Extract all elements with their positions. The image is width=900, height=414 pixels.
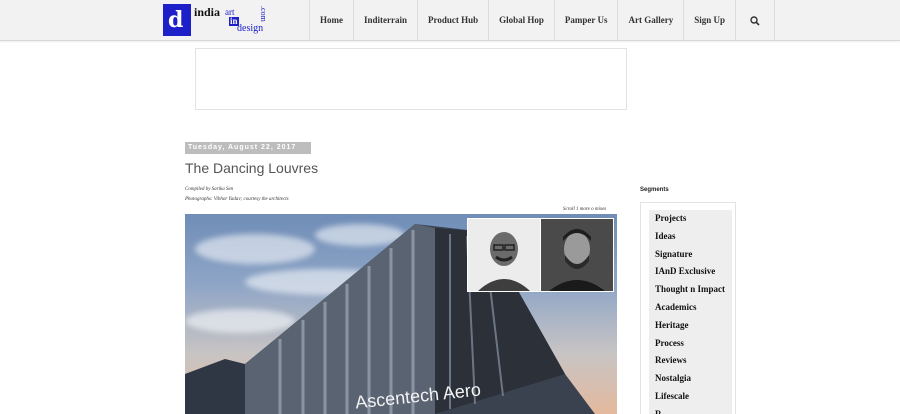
segment-process[interactable]: Process <box>649 335 732 353</box>
portrait-illustration <box>541 219 613 291</box>
logo-com: .com <box>259 6 268 22</box>
search-button[interactable] <box>734 0 775 40</box>
logo-glyph: d <box>168 7 184 33</box>
segment-ideas[interactable]: Ideas <box>649 228 732 246</box>
nav-art-gallery[interactable]: Art Gallery <box>617 0 683 40</box>
portrait-illustration <box>468 219 540 291</box>
top-navigation-bar: d india art in design .com Home Inditerr… <box>0 0 900 41</box>
portrait-man-bearded <box>540 218 614 292</box>
nav-global-hop[interactable]: Global Hop <box>488 0 554 40</box>
nav-sign-up[interactable]: Sign Up <box>683 0 735 40</box>
post-title[interactable]: The Dancing Louvres <box>185 160 318 176</box>
segment-heritage[interactable]: Heritage <box>649 317 732 335</box>
segment-signature[interactable]: Signature <box>649 246 732 264</box>
segment-lifescale[interactable]: Lifescale <box>649 388 732 406</box>
segment-projects[interactable]: Projects <box>649 210 732 228</box>
logo-mark: d <box>163 4 191 36</box>
logo-design: design <box>237 23 264 34</box>
nav-home[interactable]: Home <box>309 0 353 40</box>
sidebar-title: Segments <box>640 187 669 193</box>
ad-banner-placeholder <box>195 48 627 110</box>
segment-iand-exclusive[interactable]: IAnD Exclusive <box>649 263 732 281</box>
nav-product-hub[interactable]: Product Hub <box>417 0 488 40</box>
segment-nostalgia[interactable]: Nostalgia <box>649 370 732 388</box>
portrait-man-with-glasses <box>467 218 541 292</box>
segment-partial[interactable]: R... <box>649 406 732 414</box>
segment-reviews[interactable]: Reviews <box>649 352 732 370</box>
nav-pamper-us[interactable]: Pamper Us <box>553 0 618 40</box>
site-logo[interactable]: d india art in design .com <box>163 4 273 36</box>
post-date: Tuesday, August 22, 2017 <box>185 142 311 154</box>
main-nav: Home Inditerrain Product Hub Global Hop … <box>309 0 775 40</box>
credit-compiled: Compiled by Sarika Sen <box>185 187 234 192</box>
segment-thought-n-impact[interactable]: Thought n Impact <box>649 281 732 299</box>
nav-inditerrain[interactable]: Inditerrain <box>353 0 417 40</box>
search-icon <box>750 16 760 26</box>
scroll-note: Scroll 1 more o mixes <box>563 207 607 212</box>
logo-india: india <box>194 5 221 19</box>
hero-image: Ascentech Aero <box>185 214 617 414</box>
credit-photographs: Photographs: Vibhor Yadav; courtesy the … <box>185 197 289 202</box>
segments-list: Projects Ideas Signature IAnD Exclusive … <box>649 210 732 414</box>
segment-academics[interactable]: Academics <box>649 299 732 317</box>
